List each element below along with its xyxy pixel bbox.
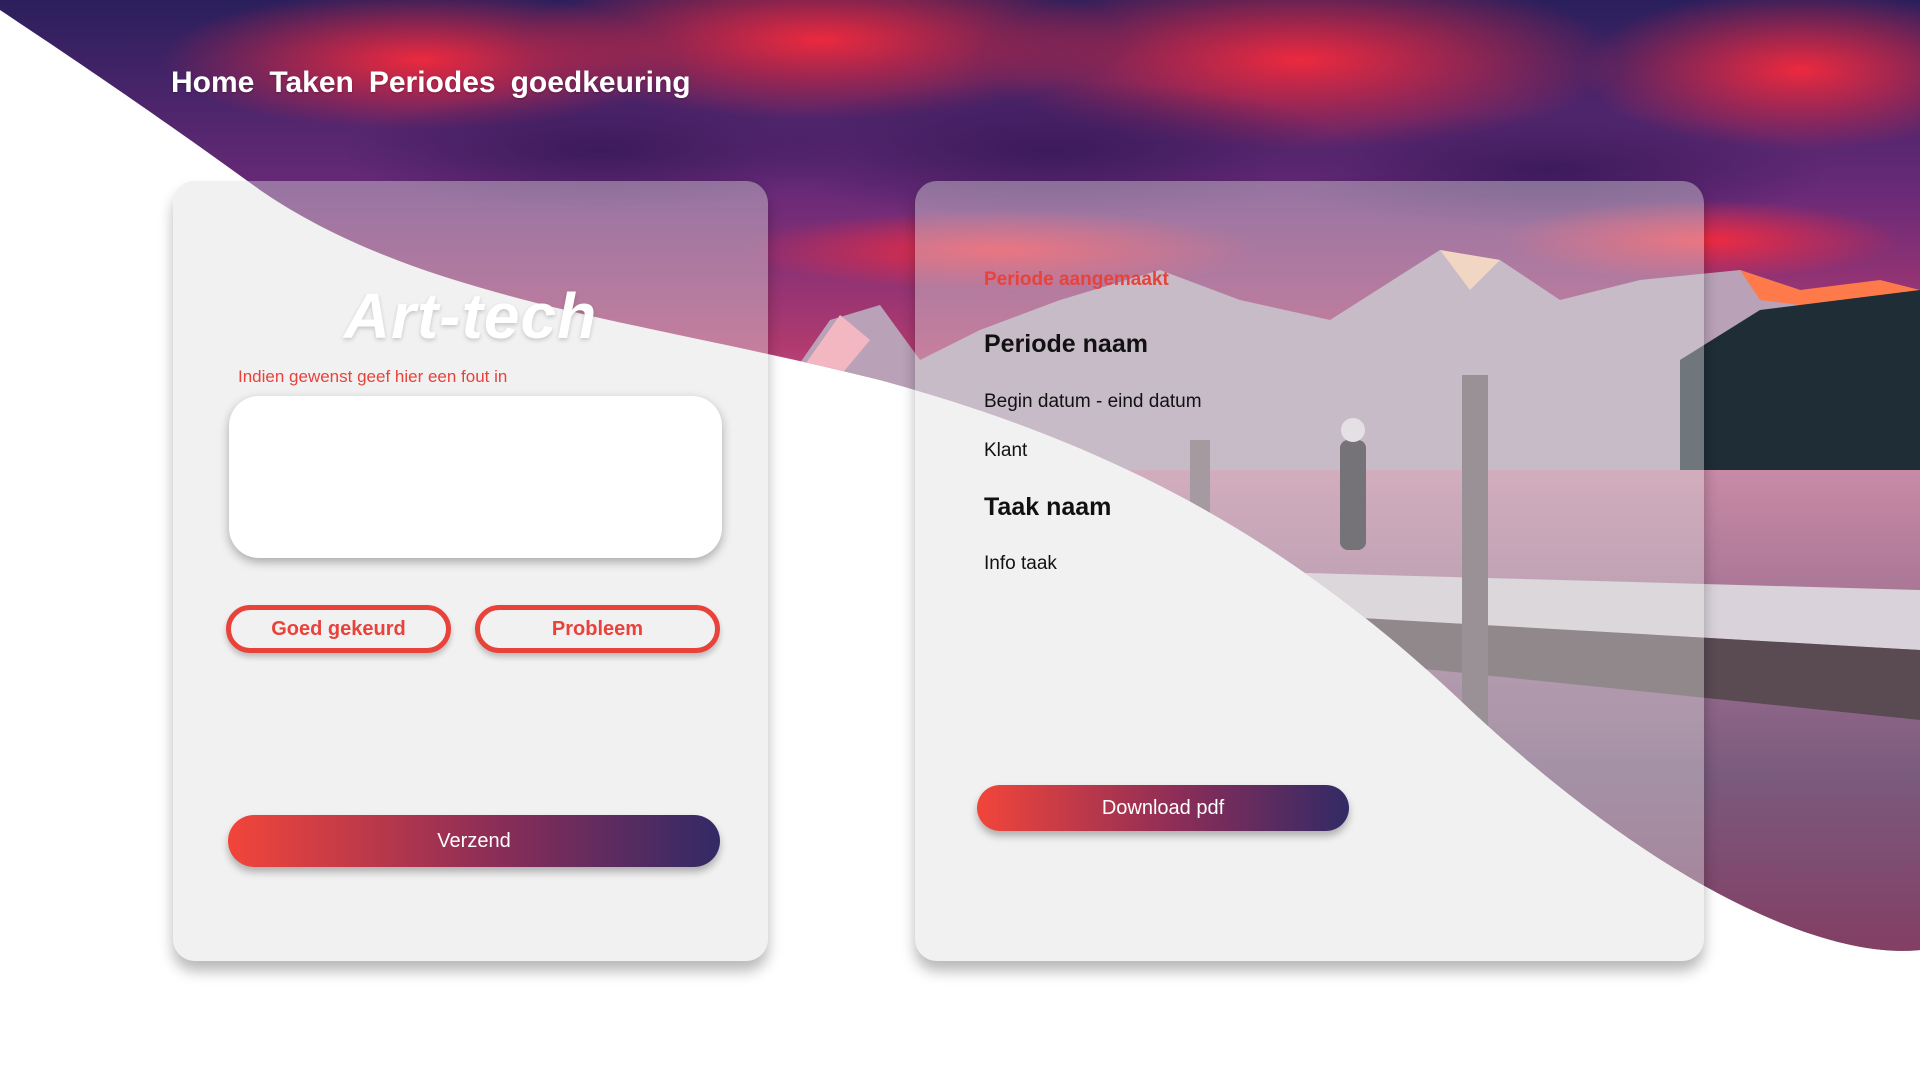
task-info-text: Info taak bbox=[984, 553, 1057, 574]
nav-link-home[interactable]: Home bbox=[171, 66, 254, 100]
problem-toggle-button[interactable]: Probleem bbox=[475, 605, 720, 653]
client-text: Klant bbox=[984, 440, 1028, 461]
remark-hint-label: Indien gewenst geef hier een fout in bbox=[238, 367, 508, 386]
page: Home Taken Periodes goedkeuring Art-tech… bbox=[0, 0, 1920, 1080]
top-navigation: Home Taken Periodes goedkeuring bbox=[171, 66, 691, 100]
period-name-heading: Periode naam bbox=[984, 330, 1148, 358]
period-status-label: Periode aangemaakt bbox=[984, 269, 1169, 290]
approval-card: Art-tech Indien gewenst geef hier een fo… bbox=[173, 181, 768, 961]
approved-toggle-button[interactable]: Goed gekeurd bbox=[226, 605, 451, 653]
nav-link-periods[interactable]: Periodes bbox=[369, 66, 496, 100]
nav-link-tasks[interactable]: Taken bbox=[269, 66, 353, 100]
brand-logo-text: Art-tech bbox=[343, 280, 598, 352]
task-name-heading: Taak naam bbox=[984, 493, 1112, 521]
period-dates-text: Begin datum - eind datum bbox=[984, 391, 1202, 412]
nav-link-approval[interactable]: goedkeuring bbox=[511, 66, 691, 100]
send-button[interactable]: Verzend bbox=[228, 815, 720, 867]
remark-textarea[interactable] bbox=[229, 396, 722, 558]
period-details-card: Periode aangemaakt Periode naam Begin da… bbox=[915, 181, 1704, 961]
download-pdf-button[interactable]: Download pdf bbox=[977, 785, 1349, 831]
